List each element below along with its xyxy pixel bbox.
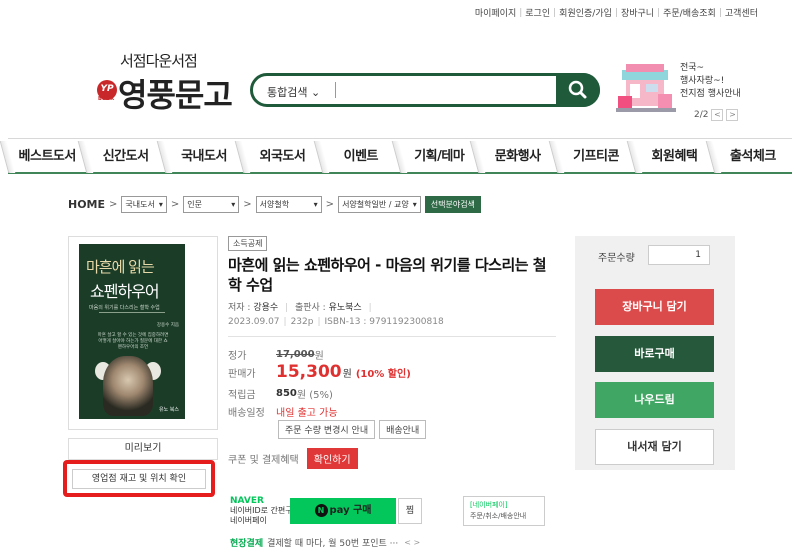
- search-button[interactable]: [556, 73, 600, 107]
- book-title: 마흔에 읽는 쇼펜하우어 - 마음의 위기를 다스리는 철학 수업: [228, 256, 547, 294]
- publisher-link[interactable]: 유노북스: [329, 303, 362, 313]
- buy-now-button[interactable]: 바로구매: [595, 336, 714, 372]
- nav-bestseller[interactable]: 베스트도서: [8, 139, 86, 172]
- event-banner-text[interactable]: 전국~ 행사자랑~! 전지점 행사안내: [680, 62, 741, 101]
- naver-pay-info[interactable]: [네이버페이] 주문/취소/배송안내: [463, 496, 545, 526]
- tax-deduction-badge: 소득공제: [228, 236, 268, 251]
- breadcrumb: HOME > 국내도서 ▾ > 인문 ▾ > 서양철학 ▾ > 서양철학일반 / 교양…: [68, 196, 481, 213]
- chevron-down-icon: ▾: [412, 200, 417, 209]
- nav-culture[interactable]: 문화행사: [478, 139, 556, 172]
- list-price: 17,000: [276, 349, 315, 360]
- nav-foreign-books[interactable]: 외국도서: [243, 139, 321, 172]
- shipping-status: 내일 출고 가능: [276, 408, 338, 419]
- login-link[interactable]: 로그인: [525, 6, 550, 19]
- shipping-row: 배송일정 내일 출고 가능: [228, 404, 338, 419]
- nav-member-benefits[interactable]: 회원혜택: [635, 139, 713, 172]
- chevron-down-icon: ⌄: [310, 86, 321, 99]
- sale-price: 15,300: [276, 362, 342, 382]
- category-select-1[interactable]: 국내도서 ▾: [121, 196, 167, 213]
- search-icon: [568, 80, 587, 99]
- divider: [335, 82, 336, 98]
- breadcrumb-sep: >: [243, 199, 252, 210]
- divider: [228, 336, 556, 337]
- nav-gifticon[interactable]: 기프티콘: [557, 139, 635, 172]
- signup-link[interactable]: 회원인증/가입: [559, 6, 612, 19]
- stock-check-highlight: 영업점 재고 및 위치 확인: [63, 460, 215, 497]
- nav-new-books[interactable]: 신간도서: [86, 139, 164, 172]
- event-page-count: 2/2: [694, 110, 709, 120]
- quantity-input[interactable]: 1: [648, 245, 710, 265]
- chevron-down-icon: ▾: [231, 200, 236, 209]
- add-to-cart-button[interactable]: 장바구니 담기: [595, 289, 714, 325]
- add-to-library-button[interactable]: 내서재 담기: [595, 429, 714, 465]
- banner-arrows-icon[interactable]: < >: [404, 538, 420, 547]
- points-value: 850: [276, 388, 297, 399]
- chevron-down-icon: ▾: [158, 200, 163, 209]
- logo-tagline: 서점다운서점: [120, 52, 198, 70]
- customer-center-link[interactable]: 고객센터: [725, 6, 758, 19]
- now-dream-button[interactable]: 나우드림: [595, 382, 714, 418]
- logo-icon[interactable]: YP BOOK: [97, 80, 117, 102]
- search-input[interactable]: [343, 80, 543, 100]
- top-links: 마이페이지 | 로그인 | 회원인증/가입 | 장바구니 | 주문/배송조회 | 고객센터: [474, 6, 758, 20]
- coupon-row: 쿠폰 및 결제혜택 확인하기: [228, 448, 358, 469]
- nav-events[interactable]: 이벤트: [322, 139, 400, 172]
- author-publisher: 저자 : 강용수 | 출판사 : 유노북스 |: [228, 303, 372, 313]
- quantity-label: 주문수량: [598, 253, 635, 264]
- author-link[interactable]: 강용수: [253, 303, 278, 313]
- next-arrow-icon[interactable]: >: [726, 109, 739, 121]
- prev-arrow-icon[interactable]: <: [711, 109, 724, 121]
- nav-themes[interactable]: 기획/테마: [400, 139, 478, 172]
- breadcrumb-sep: >: [109, 199, 118, 210]
- category-select-4[interactable]: 서양철학일반 / 교양 ▾: [338, 196, 421, 213]
- shipping-buttons: 주문 수량 변경시 안내 배송안내: [278, 420, 430, 439]
- main-nav: 베스트도서 신간도서 국내도서 외국도서 이벤트 기획/테마 문화행사 기프티콘…: [8, 138, 792, 174]
- cart-link[interactable]: 장바구니: [621, 6, 654, 19]
- list-price-row: 정가 17,000 원: [228, 349, 324, 362]
- order-status-link[interactable]: 주문/배송조회: [663, 6, 716, 19]
- search-bar: 통합검색 ⌄: [250, 73, 600, 107]
- stock-location-button[interactable]: 영업점 재고 및 위치 확인: [72, 469, 206, 489]
- points-row: 적립금 850 원 (5%): [228, 388, 333, 401]
- event-banner-image[interactable]: [616, 56, 676, 116]
- event-pager: 2/2 < >: [694, 109, 739, 121]
- breadcrumb-home[interactable]: HOME: [68, 198, 105, 211]
- sale-price-row: 판매가 15,300 원 (10% 할인): [228, 362, 411, 382]
- book-meta: 2023.09.07 | 232p | ISBN-13 : 9791192300818: [228, 317, 444, 327]
- preview-button[interactable]: 미리보기: [68, 438, 218, 460]
- mypage-link[interactable]: 마이페이지: [475, 6, 516, 19]
- nav-attendance[interactable]: 출석체크: [714, 139, 792, 172]
- discount-rate: (10% 할인): [355, 368, 411, 380]
- category-select-2[interactable]: 인문 ▾: [183, 196, 240, 213]
- breadcrumb-sep: >: [170, 199, 180, 210]
- breadcrumb-sep: >: [325, 199, 335, 210]
- category-search-button[interactable]: 선택분야검색: [424, 196, 481, 213]
- nav-domestic-books[interactable]: 국내도서: [165, 139, 243, 172]
- book-cover-image[interactable]: 마흔에 읽는 쇼펜하우어 마음의 위기를 다스리는 철학 수업 마흔 살고 할 …: [79, 244, 185, 419]
- qty-change-info-button[interactable]: 주문 수량 변경시 안내: [278, 420, 376, 439]
- shipping-info-button[interactable]: 배송안내: [379, 420, 427, 439]
- npay-icon: N: [314, 504, 328, 517]
- logo[interactable]: 영풍문고: [118, 70, 233, 116]
- search-category-select[interactable]: 통합검색 ⌄: [267, 84, 320, 100]
- onsite-payment-banner[interactable]: 현장결제 결제할 때 마다, 월 50번 포인트 ··· < >: [230, 536, 420, 549]
- naver-pay-button[interactable]: Npay 구매: [290, 498, 396, 524]
- chevron-down-icon: ▾: [313, 200, 318, 209]
- wishlist-button[interactable]: 찜: [398, 498, 422, 524]
- coupon-confirm-button[interactable]: 확인하기: [306, 448, 358, 469]
- category-select-3[interactable]: 서양철학 ▾: [255, 196, 322, 213]
